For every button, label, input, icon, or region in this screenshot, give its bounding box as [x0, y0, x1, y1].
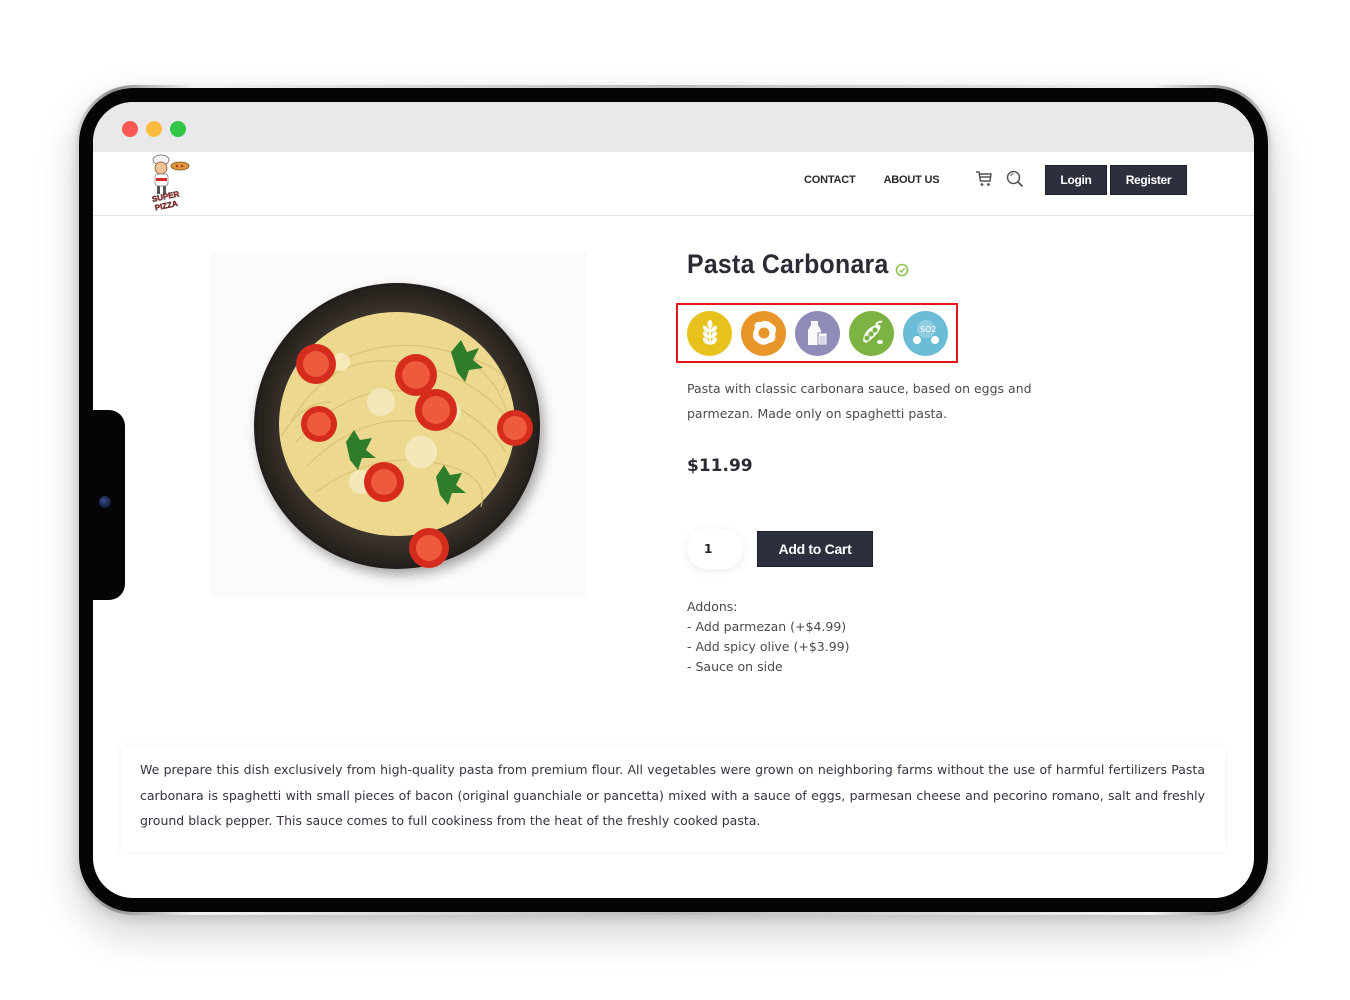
cart-button[interactable]: [974, 169, 994, 189]
milk-icon: [807, 321, 827, 346]
nav-contact-link[interactable]: CONTACT: [804, 174, 856, 186]
product-price: $11.99: [687, 456, 753, 476]
window-minimize-button[interactable]: [146, 121, 162, 137]
site-header: SUPER PIZZA CONTACT ABOUT US Login Regis…: [93, 152, 1254, 216]
egg-icon: [752, 320, 776, 345]
allergen-gluten: [687, 310, 732, 356]
soybean-icon: [862, 320, 883, 344]
tablet-device-frame: SUPER PIZZA CONTACT ABOUT US Login Regis…: [76, 85, 1271, 915]
allergen-sulphites: SO2: [903, 310, 948, 356]
device-side-notch: [89, 410, 125, 600]
quantity-input[interactable]: [687, 529, 743, 569]
product-long-description: We prepare this dish exclusively from hi…: [121, 747, 1225, 852]
cart-icon: [976, 171, 992, 186]
nav-about-us-link[interactable]: ABOUT US: [884, 174, 940, 186]
browser-titlebar: [93, 102, 1254, 152]
addon-item: - Add spicy olive (+$3.99): [687, 639, 850, 654]
add-to-cart-button[interactable]: Add to Cart: [757, 531, 873, 567]
device-bezel: SUPER PIZZA CONTACT ABOUT US Login Regis…: [79, 88, 1268, 912]
addons-list: Addons: - Add parmezan (+$4.99) - Add sp…: [687, 597, 850, 677]
check-circle-icon: [895, 262, 909, 277]
allergen-milk: [795, 310, 840, 356]
camera-icon: [99, 496, 111, 508]
product-image: [211, 252, 587, 598]
login-button[interactable]: Login: [1045, 165, 1107, 195]
search-button[interactable]: [1005, 169, 1025, 189]
window-close-button[interactable]: [122, 121, 138, 137]
allergen-eggs: [741, 310, 786, 356]
register-button[interactable]: Register: [1110, 165, 1187, 195]
addon-item: - Add parmezan (+$4.99): [687, 619, 847, 634]
svg-text:SO2: SO2: [920, 325, 936, 334]
addons-title: Addons:: [687, 599, 738, 614]
device-screen: SUPER PIZZA CONTACT ABOUT US Login Regis…: [93, 102, 1254, 898]
allergen-soy: [849, 310, 894, 356]
allergen-icons-group: SO2: [676, 303, 958, 363]
wheat-icon: [702, 320, 717, 345]
addon-item: - Sauce on side: [687, 659, 783, 674]
window-maximize-button[interactable]: [170, 121, 186, 137]
super-pizza-logo[interactable]: SUPER PIZZA: [147, 154, 191, 213]
product-short-description: Pasta with classic carbonara sauce, base…: [687, 381, 1032, 421]
main-nav: CONTACT ABOUT US: [804, 174, 940, 186]
product-title: Pasta Carbonara: [687, 249, 889, 279]
search-icon: [1006, 170, 1024, 188]
so2-icon: SO2: [912, 320, 939, 344]
